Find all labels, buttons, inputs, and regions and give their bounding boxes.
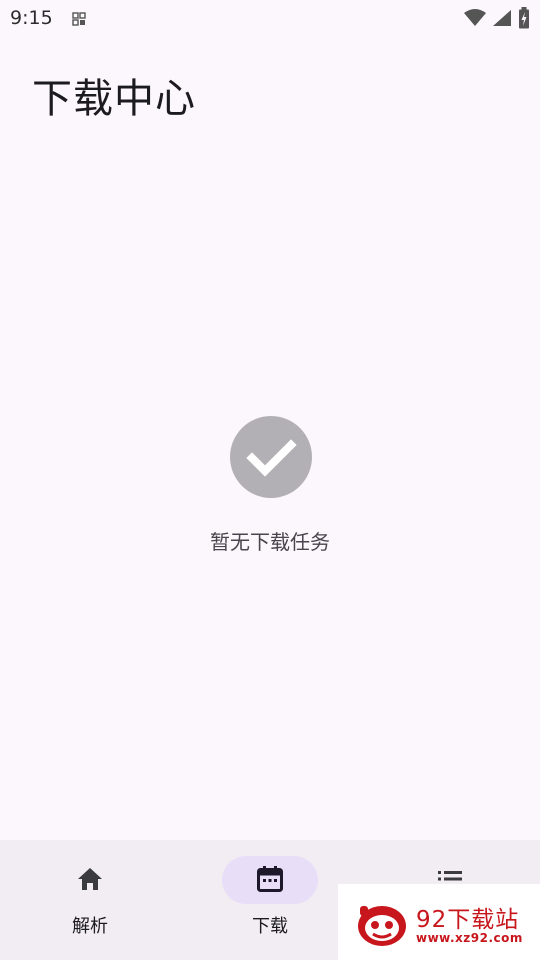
- watermark-url: www.xz92.com: [416, 931, 523, 945]
- nav-label-parse: 解析: [72, 916, 108, 937]
- status-time: 9:15: [10, 7, 53, 29]
- signal-icon: [492, 9, 512, 31]
- watermark-name: 92下载站: [416, 907, 520, 933]
- nav-item-download[interactable]: 下载: [180, 840, 360, 960]
- page-title: 下载中心: [32, 76, 196, 122]
- notification-icon: [72, 11, 86, 26]
- nav-label-download: 下载: [252, 916, 288, 937]
- watermark-logo-icon: [356, 902, 408, 952]
- nav-item-parse[interactable]: 解析: [0, 840, 180, 960]
- status-bar: 9:15: [0, 0, 540, 36]
- battery-charging-icon: [518, 7, 530, 33]
- empty-state-message: 暂无下载任务: [210, 530, 330, 554]
- watermark: 92下载站 www.xz92.com: [338, 884, 540, 960]
- calendar-icon: [255, 864, 285, 894]
- check-circle-icon: [230, 416, 312, 498]
- wifi-icon: [464, 9, 486, 31]
- home-icon: [75, 864, 105, 894]
